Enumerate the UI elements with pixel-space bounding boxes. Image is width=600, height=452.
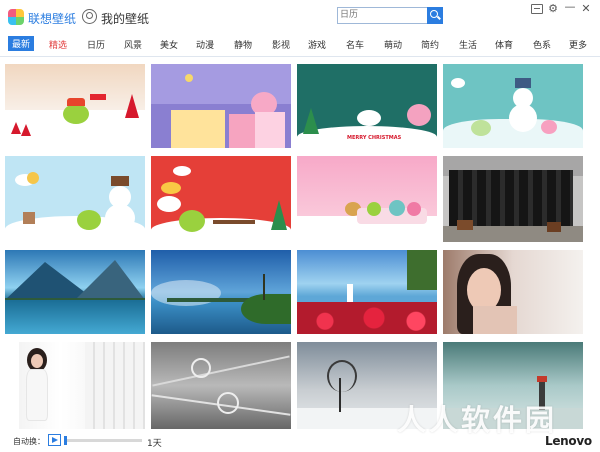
watermark: 人人软件园	[397, 403, 558, 437]
menu-icon[interactable]	[531, 4, 543, 14]
auto-switch-label: 自动换：	[13, 437, 45, 446]
minimize-icon[interactable]: —	[563, 0, 577, 14]
category-film[interactable]: 影视	[272, 38, 290, 51]
category-featured[interactable]: 精选	[49, 38, 67, 51]
play-icon[interactable]	[48, 434, 61, 446]
interval-label: 1天	[147, 439, 162, 449]
category-still-life[interactable]: 静物	[234, 38, 252, 51]
category-simple[interactable]: 简约	[421, 38, 439, 51]
slider-handle[interactable]	[64, 436, 67, 445]
wallpaper-thumbnail[interactable]	[151, 64, 291, 148]
wallpaper-thumbnail[interactable]	[443, 250, 583, 334]
wallpaper-thumbnail[interactable]	[151, 342, 291, 429]
wallpaper-thumbnail[interactable]	[5, 250, 145, 334]
wallpaper-thumbnail[interactable]	[151, 250, 291, 334]
wallpaper-thumbnail[interactable]	[297, 250, 437, 334]
close-icon[interactable]: ✕	[579, 2, 593, 16]
wallpaper-thumbnail[interactable]: MERRY CHRISTMAS	[297, 64, 437, 148]
wallpaper-thumbnail[interactable]	[5, 64, 145, 148]
app-logo-icon	[8, 9, 24, 25]
category-calendar[interactable]: 日历	[87, 38, 105, 51]
wallpaper-thumbnail[interactable]	[443, 64, 583, 148]
category-games[interactable]: 游戏	[308, 38, 326, 51]
wallpaper-thumbnail[interactable]	[5, 156, 145, 242]
user-icon	[82, 9, 97, 24]
wallpaper-thumbnail[interactable]	[5, 342, 145, 429]
interval-slider[interactable]	[64, 439, 142, 442]
search-input[interactable]	[337, 7, 429, 24]
category-cute[interactable]: 萌动	[384, 38, 402, 51]
wallpaper-thumbnail[interactable]	[151, 156, 291, 242]
category-sports[interactable]: 体育	[495, 38, 513, 51]
category-bar: 最新 精选 日历 风景 美女 动漫 静物 影视 游戏 名车 萌动 简约 生活 体…	[0, 34, 600, 57]
tab-lenovo-wallpaper[interactable]: 联想壁纸	[28, 10, 76, 27]
search-button[interactable]	[427, 7, 443, 24]
category-life[interactable]: 生活	[459, 38, 477, 51]
category-color[interactable]: 色系	[533, 38, 551, 51]
wallpaper-grid: MERRY CHRISTMAS	[0, 57, 600, 432]
title-bar: 联想壁纸 我的壁纸 ⚙ — ✕	[0, 0, 600, 34]
tab-my-wallpaper[interactable]: 我的壁纸	[101, 10, 149, 27]
wallpaper-thumbnail[interactable]	[443, 156, 583, 242]
wallpaper-thumbnail[interactable]	[297, 156, 437, 242]
category-landscape[interactable]: 风景	[124, 38, 142, 51]
wallpaper-caption: MERRY CHRISTMAS	[347, 135, 402, 141]
category-cars[interactable]: 名车	[346, 38, 364, 51]
gear-icon[interactable]: ⚙	[546, 2, 560, 16]
category-latest[interactable]: 最新	[8, 36, 35, 51]
category-beauty[interactable]: 美女	[160, 38, 178, 51]
category-more[interactable]: 更多	[569, 38, 587, 51]
category-anime[interactable]: 动漫	[196, 38, 214, 51]
